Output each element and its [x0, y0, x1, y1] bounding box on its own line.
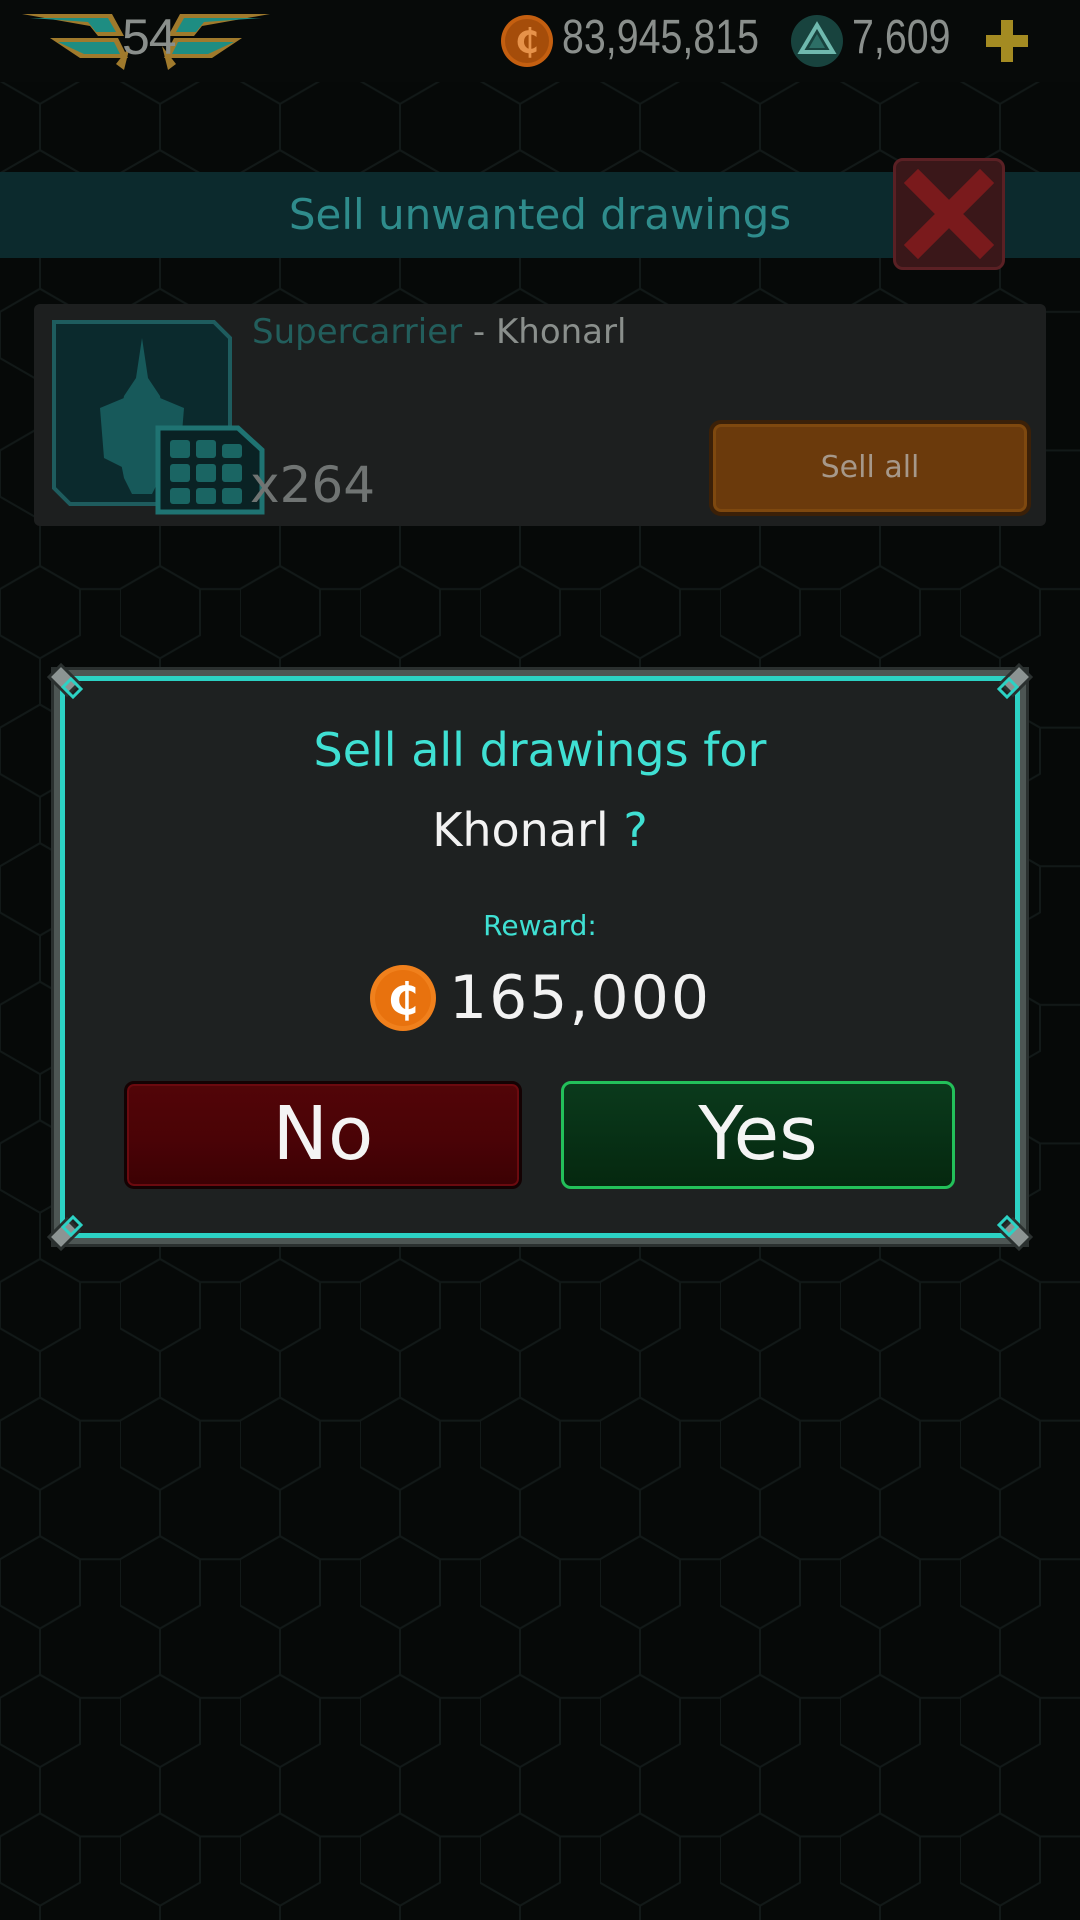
status-bar: 54 ₵ 83,945,815 7,609	[0, 0, 1080, 82]
gem-triangle-icon	[791, 15, 843, 67]
rank-level: 54	[122, 9, 177, 65]
credit-coin-icon: ₵	[369, 965, 436, 1031]
ship-class: Supercarrier	[252, 312, 463, 352]
blueprint-grid-icon	[155, 425, 265, 515]
dialog-ship-name: Khonarl	[432, 803, 609, 857]
sell-all-button[interactable]: Sell all	[709, 420, 1031, 516]
dialog-prompt: Sell all drawings for	[313, 723, 767, 777]
corner-bolt-icon	[996, 1214, 1034, 1252]
corner-bolt-icon	[46, 662, 84, 700]
reward-label: Reward:	[483, 909, 597, 942]
credit-coin-icon: ₵	[501, 15, 553, 67]
dialog-ship-line: Khonarl ?	[65, 803, 1015, 857]
sell-confirm-dialog: Sell all drawings for Khonarl ? Reward: …	[46, 662, 1034, 1252]
drawing-count: x264	[250, 456, 376, 514]
reward-amount: 165,000	[448, 963, 712, 1033]
card-title: Supercarrier - Khonarl	[252, 312, 626, 352]
close-x-icon	[903, 168, 995, 260]
yes-button[interactable]: Yes	[561, 1081, 955, 1189]
svg-text:₵: ₵	[388, 974, 419, 1025]
corner-bolt-icon	[996, 662, 1034, 700]
svg-text:₵: ₵	[515, 22, 539, 62]
title-separator: -	[462, 312, 496, 352]
drawing-card: Supercarrier - Khonarl x264 Sell all	[34, 304, 1046, 526]
no-button[interactable]: No	[124, 1081, 522, 1189]
credits-balance: 83,945,815	[562, 11, 759, 64]
plus-icon[interactable]	[982, 16, 1032, 66]
gems-balance: 7,609	[852, 11, 951, 64]
corner-bolt-icon	[46, 1214, 84, 1252]
ship-name: Khonarl	[495, 312, 627, 352]
reward-row: ₵ 165,000	[65, 961, 1015, 1035]
dialog-question-mark: ?	[623, 803, 648, 857]
ship-thumbnail	[52, 320, 265, 515]
close-button[interactable]	[893, 158, 1005, 270]
